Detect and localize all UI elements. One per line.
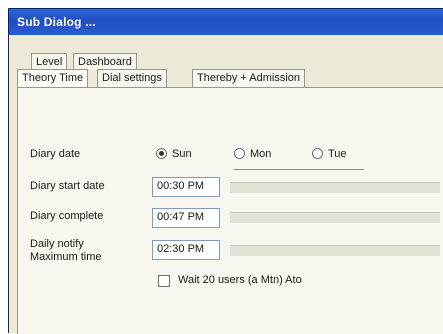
tab-admission[interactable]: Thereby + Admission [192, 69, 306, 87]
disabled-strip [230, 212, 440, 223]
disabled-strip [230, 182, 440, 193]
tab-dial-settings[interactable]: Dial settings [97, 69, 167, 87]
start-label: Diary start date [30, 180, 105, 192]
day-label-mon: Mon [250, 148, 272, 160]
tab-label: Dial settings [102, 72, 162, 84]
day-radio-tue[interactable] [312, 148, 323, 159]
tab-label: Level [36, 56, 63, 68]
days-label: Diary date [30, 148, 81, 160]
start-time-value: 00:30 PM [157, 180, 205, 192]
notify-time-value: 02:30 PM [157, 243, 205, 255]
day-radio-sun[interactable] [156, 148, 167, 159]
day-radio-mon[interactable] [234, 148, 245, 159]
tab-label: Dashboard [78, 56, 132, 68]
tab-label: Thereby + Admission [197, 72, 301, 84]
option-label: Wait 20 users (a Mtn) Ato [178, 274, 302, 286]
dialog-window: Sub Dialog ... Level Dashboard Theory Ti… [8, 8, 443, 334]
title-bar[interactable]: Sub Dialog ... [9, 9, 443, 35]
start-time-field[interactable]: 00:30 PM [152, 177, 220, 197]
notify-label: Daily notify [30, 238, 84, 250]
notify-time-field[interactable]: 02:30 PM [152, 240, 220, 260]
separator-line [234, 169, 364, 170]
end-time-field[interactable]: 00:47 PM [152, 208, 220, 228]
tab-dashboard[interactable]: Dashboard [73, 53, 137, 69]
tab-label: Theory Time [22, 72, 84, 84]
day-label-sun: Sun [172, 148, 192, 160]
tab-panel: Diary date Sun Mon Tue Diary start date … [17, 87, 443, 334]
window-title: Sub Dialog ... [17, 15, 96, 29]
tab-theory-time[interactable]: Theory Time [17, 69, 89, 88]
end-time-value: 00:47 PM [157, 211, 205, 223]
tab-level[interactable]: Level [31, 53, 68, 69]
option-checkbox[interactable] [158, 275, 170, 287]
end-label: Diary complete [30, 210, 104, 222]
disabled-strip [230, 245, 440, 256]
max-time-label: Maximum time [30, 251, 102, 263]
day-label-tue: Tue [328, 148, 347, 160]
